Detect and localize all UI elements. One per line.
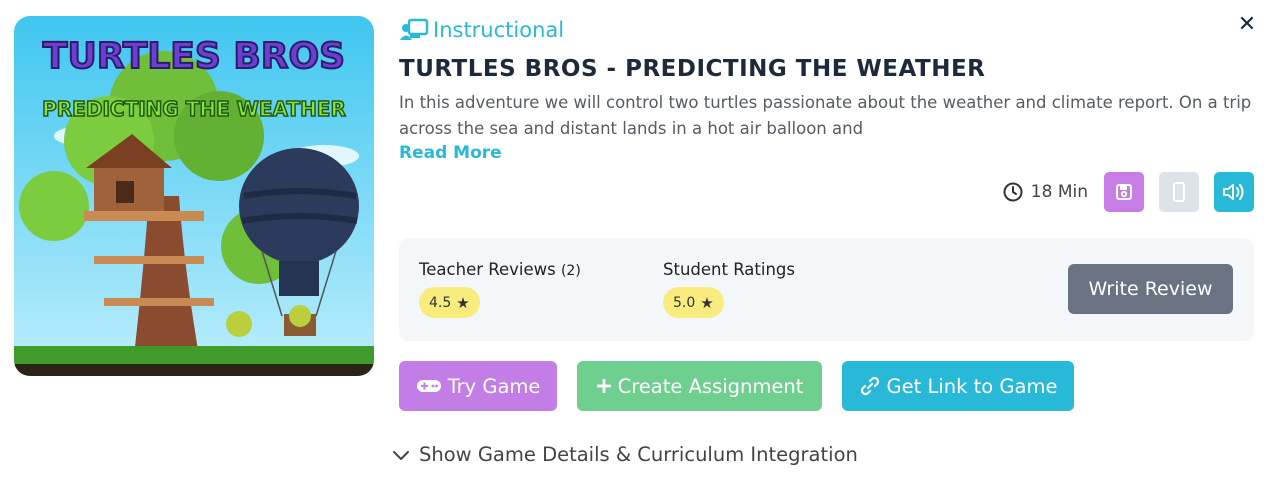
teacher-rating-value: 4.5 [429,294,452,311]
student-ratings-label: Student Ratings [663,260,795,279]
get-link-label: Get Link to Game [886,374,1058,398]
teacher-board-icon [400,18,429,40]
game-meta-row: 18 Min [1003,172,1254,212]
clock-icon [1003,182,1023,202]
show-details-label: Show Game Details & Curriculum Integrati… [419,443,858,466]
try-game-button[interactable]: Try Game [399,361,557,411]
game-description: In this adventure we will control two tu… [399,93,1252,138]
student-rating-value: 5.0 [673,294,696,311]
duration-text: 18 Min [1030,182,1088,202]
star-icon: ★ [456,293,470,312]
write-review-button[interactable]: Write Review [1068,264,1233,314]
category-label: Instructional [399,17,564,43]
get-link-button[interactable]: Get Link to Game [842,361,1074,411]
teacher-reviews: Teacher Reviews (2) 4.5 ★ [419,260,581,318]
mobile-icon [1173,182,1185,202]
audio-button[interactable] [1214,172,1254,212]
show-details-toggle[interactable]: Show Game Details & Curriculum Integrati… [391,443,858,466]
game-cover-image: TURTLES BROS PREDICTING THE WEATHER [14,16,374,376]
chevron-down-icon [393,450,409,460]
audio-icon [1223,184,1244,200]
save-icon [1116,184,1132,200]
category-text: Instructional [433,18,565,42]
reviews-panel: Teacher Reviews (2) 4.5 ★ Student Rating… [399,238,1254,341]
read-more-link[interactable]: Read More [399,143,502,163]
save-button[interactable] [1104,172,1144,212]
try-game-label: Try Game [447,374,541,398]
create-assignment-button[interactable]: Create Assignment [577,361,822,411]
gamepad-icon [416,380,441,392]
teacher-rating-badge[interactable]: 4.5 ★ [419,287,480,318]
mobile-compatible-button[interactable] [1159,172,1199,212]
student-ratings: Student Ratings 5.0 ★ [663,260,795,318]
game-thumbnail[interactable]: TURTLES BROS PREDICTING THE WEATHER [14,16,374,376]
plus-icon [596,379,611,393]
thumbnail-subtitle: PREDICTING THE WEATHER [42,97,346,121]
create-assignment-label: Create Assignment [617,374,804,398]
teacher-reviews-heading: Teacher Reviews (2) [419,260,581,279]
student-rating-badge[interactable]: 5.0 ★ [663,287,724,318]
game-title: TURTLES BROS - PREDICTING THE WEATHER [399,56,986,82]
duration: 18 Min [1003,182,1088,202]
star-icon: ★ [700,293,714,312]
teacher-reviews-count: (2) [560,263,581,279]
thumbnail-title: TURTLES BROS [43,36,345,77]
teacher-reviews-label: Teacher Reviews [419,260,556,279]
link-icon [860,376,879,396]
close-icon[interactable]: ✕ [1237,14,1257,36]
